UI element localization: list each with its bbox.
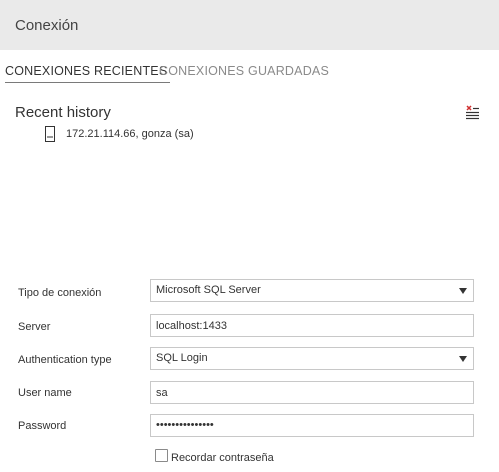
password-label: Password xyxy=(18,420,67,432)
connection-type-select[interactable]: Microsoft SQL Server xyxy=(150,279,474,302)
user-name-input[interactable] xyxy=(150,381,474,404)
server-label: Server xyxy=(18,321,51,333)
tab-saved-connections-label: CONEXIONES GUARDADAS xyxy=(159,64,330,78)
clear-list-icon[interactable] xyxy=(464,104,480,120)
header-title: Conexión xyxy=(15,17,79,34)
recent-history-item-label: 172.21.114.66, gonza (sa) xyxy=(66,128,194,140)
active-tab-underline xyxy=(5,82,171,83)
chevron-down-icon xyxy=(459,356,467,362)
checkbox-box[interactable] xyxy=(155,449,168,462)
connection-tabs: CONEXIONES RECIENTES CONEXIONES GUARDADA… xyxy=(0,50,499,84)
authentication-type-select[interactable]: SQL Login xyxy=(150,347,474,370)
connection-type-value: Microsoft SQL Server xyxy=(156,284,261,296)
connection-header: Conexión xyxy=(0,0,499,50)
chevron-down-icon xyxy=(459,288,467,294)
password-input[interactable]: ••••••••••••••• xyxy=(150,414,474,437)
connection-type-label: Tipo de conexión xyxy=(18,287,102,299)
recent-history-title: Recent history xyxy=(15,104,111,121)
tab-saved-connections[interactable]: CONEXIONES GUARDADAS xyxy=(159,64,329,78)
tab-recent-connections[interactable]: CONEXIONES RECIENTES xyxy=(5,64,171,83)
user-name-label: User name xyxy=(18,387,72,399)
remember-password-label: Recordar contraseña xyxy=(171,452,274,464)
authentication-type-value: SQL Login xyxy=(156,352,208,364)
password-value: ••••••••••••••• xyxy=(156,419,214,431)
server-input[interactable] xyxy=(150,314,474,337)
database-file-icon xyxy=(44,126,56,142)
authentication-type-label: Authentication type xyxy=(18,354,112,366)
tab-recent-connections-label: CONEXIONES RECIENTES xyxy=(5,64,168,78)
